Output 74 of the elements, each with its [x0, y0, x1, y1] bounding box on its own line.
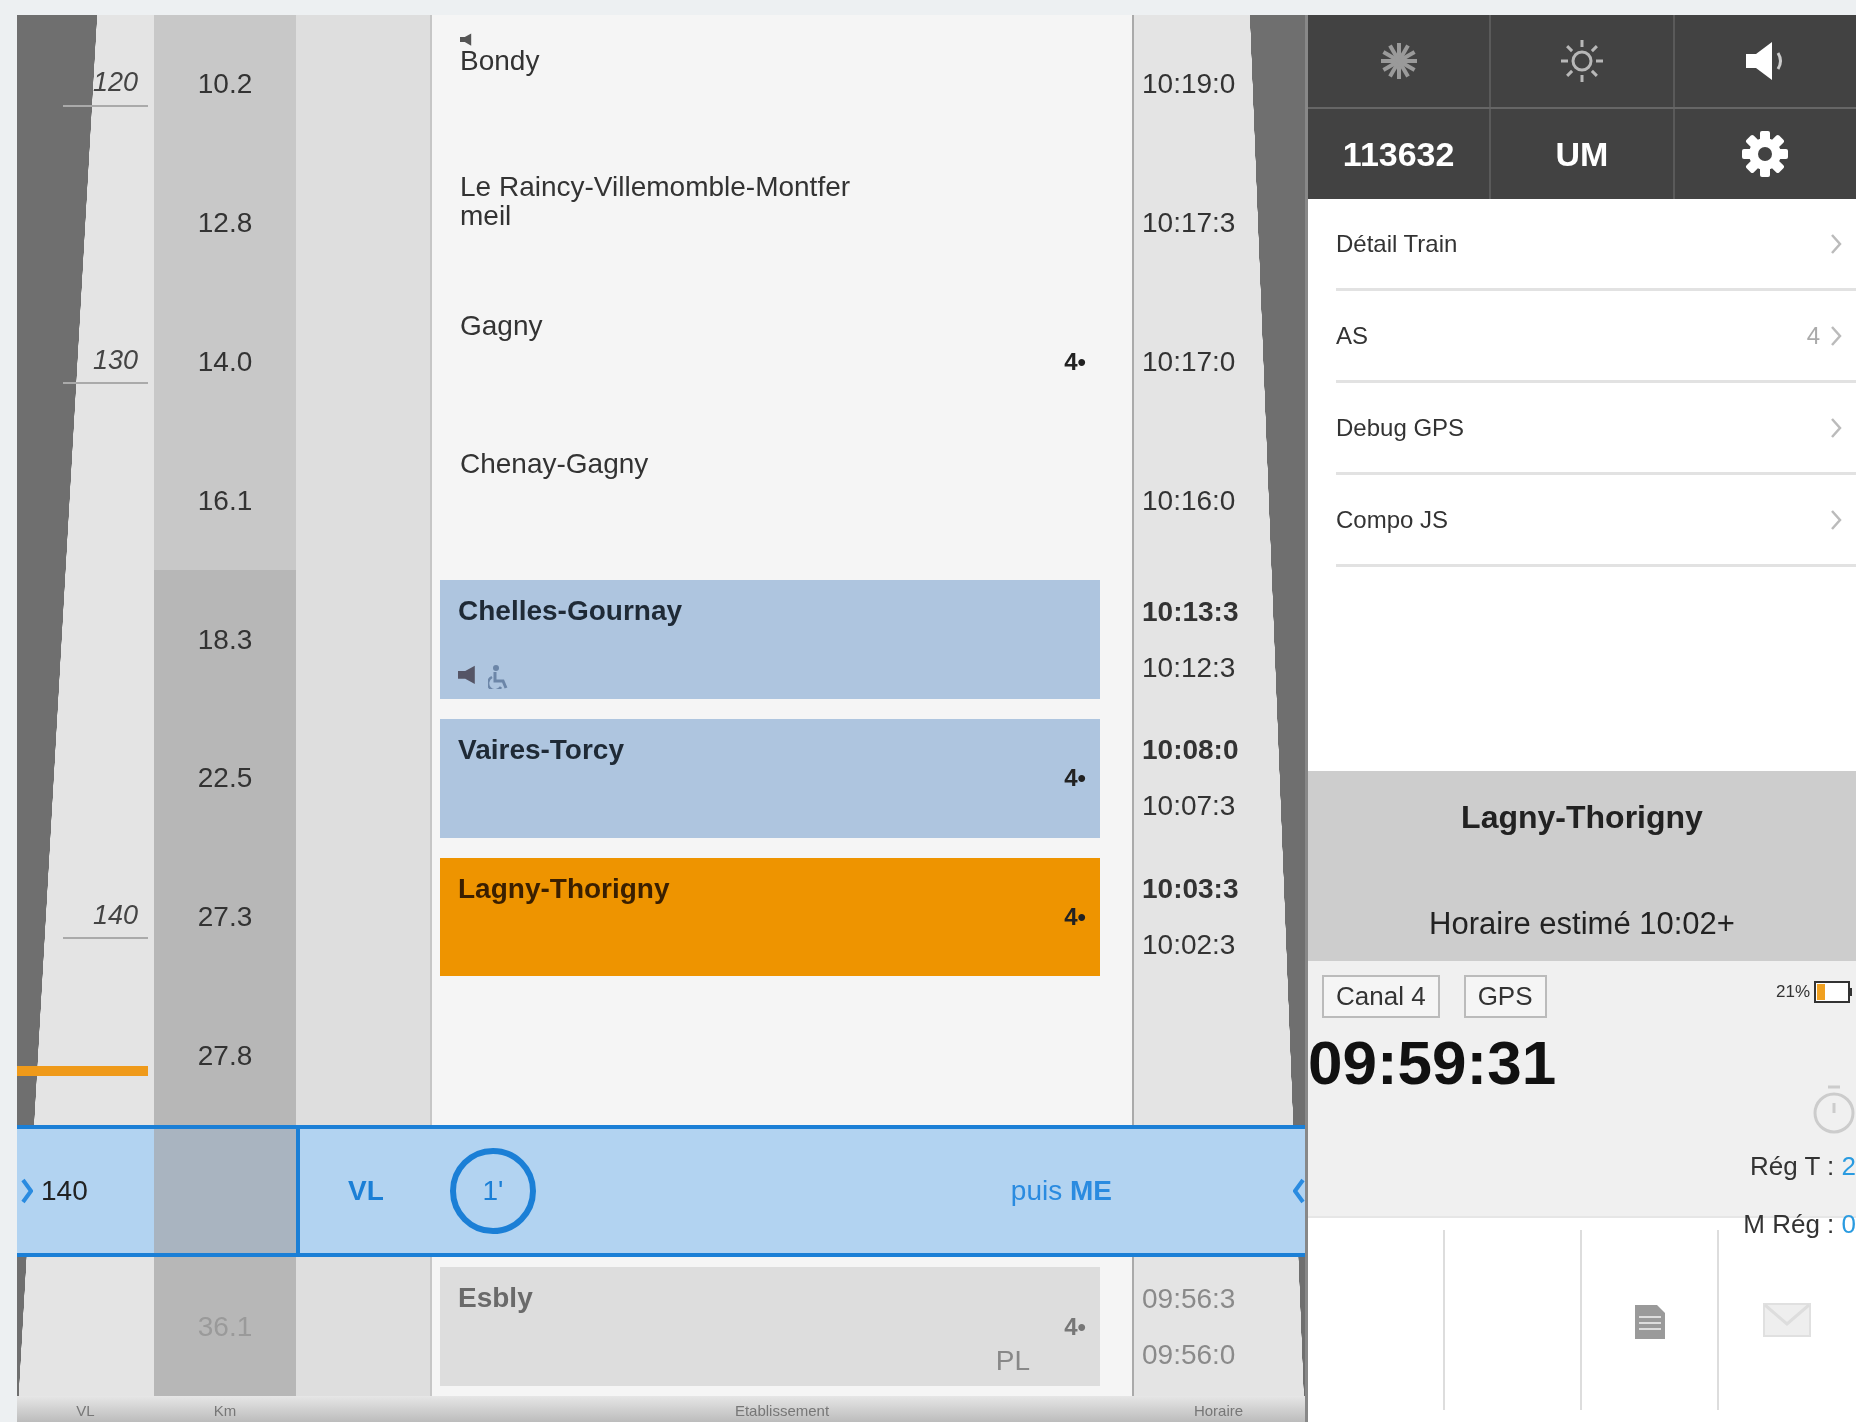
speed-mode: VL: [348, 1174, 384, 1209]
station-name: Gagny: [460, 309, 543, 341]
speed-limit: 120: [62, 62, 148, 107]
station-name: Vaires-Torcy: [458, 732, 626, 767]
sun-icon: [1558, 37, 1606, 85]
schedule-time: 10:12:3: [1142, 650, 1237, 685]
track-number: 4•: [1064, 1311, 1086, 1342]
speed-limit: 140: [41, 1174, 88, 1209]
menu-item[interactable]: Debug GPS: [1336, 383, 1856, 475]
schedule-time: 10:13:3: [1142, 594, 1240, 629]
item-count: 4: [1806, 320, 1820, 351]
battery-icon: [1814, 980, 1852, 1003]
schedule-time: 10:16:0: [1142, 483, 1237, 518]
regulation-reading: M Rég : 0: [1743, 1208, 1856, 1241]
next-mode-text: puis ME: [1010, 1174, 1112, 1209]
schedule-time: 10:17:0: [1142, 344, 1237, 379]
envelope-icon: [1762, 1300, 1813, 1340]
km-marker: 27.8: [197, 1038, 253, 1073]
menu-item[interactable]: Détail Train: [1336, 199, 1856, 291]
station-name: Chelles-Gournay: [458, 594, 684, 629]
chevron-right-icon: [1830, 416, 1842, 439]
station-card[interactable]: Chelles-Gournay: [440, 580, 1100, 699]
platform-code: PL: [995, 1344, 1030, 1379]
regulation-reading: Rég T : 2: [1750, 1150, 1856, 1183]
clock-time: 09:59:31: [1308, 1032, 1558, 1094]
minutes-indicator: 1': [450, 1148, 536, 1235]
station-card[interactable]: Vaires-Torcy 4•: [440, 718, 1100, 838]
station-name: Lagny-Thorigny: [458, 871, 671, 906]
speed-limit: 130: [62, 339, 148, 385]
schedule-time: 10:19:0: [1142, 67, 1237, 102]
km-marker: 27.3: [197, 900, 253, 935]
train-number: 113632: [1342, 133, 1455, 175]
station-name: Chenay-Gagny: [460, 448, 649, 480]
track-number: 4•: [1064, 349, 1086, 375]
km-marker: 14.0: [197, 344, 253, 379]
km-marker: 12.8: [197, 206, 253, 241]
schedule-time: 10:07:3: [1142, 789, 1237, 824]
station-name: Bondy: [460, 44, 540, 76]
column-header: Horaire: [1192, 1400, 1245, 1421]
stopwatch-icon: [1812, 1083, 1856, 1135]
column-header: Km: [212, 1400, 238, 1421]
chevron-right-icon: [21, 1178, 33, 1205]
km-marker: 10.2: [197, 67, 253, 102]
km-marker: 18.3: [197, 622, 253, 657]
settings-icon: [1740, 129, 1791, 179]
menu-item[interactable]: AS 4: [1336, 291, 1856, 383]
station-card[interactable]: Lagny-Thorigny 4•: [440, 857, 1100, 977]
chevron-right-icon: [1830, 508, 1842, 531]
column-header: Etablissement: [733, 1400, 831, 1421]
station-card[interactable]: Esbly 4• PL: [440, 1267, 1100, 1387]
track-number: 4•: [1064, 902, 1086, 933]
station-name: Le Raincy-Villemomble-Montfer meil: [460, 170, 851, 232]
schedule-time: 10:08:0: [1142, 733, 1240, 768]
schedule-time: 10:02:3: [1142, 928, 1237, 963]
battery-percent: 21%: [1775, 981, 1810, 1003]
next-stop-name: Lagny-Thorigny: [1461, 798, 1703, 837]
estimated-time: Horaire estimé 10:02+: [1429, 904, 1735, 943]
station-name: Esbly: [458, 1281, 534, 1316]
status-tag: Canal 4: [1322, 975, 1440, 1018]
km-marker: 16.1: [197, 483, 253, 518]
menu-item[interactable]: Compo JS: [1336, 475, 1856, 567]
schedule-time: 10:03:3: [1142, 872, 1240, 907]
schedule-time: 09:56:0: [1142, 1337, 1237, 1372]
schedule-time: 09:56:3: [1142, 1281, 1237, 1316]
unit-mode: UM: [1555, 133, 1609, 175]
schedule-time: 10:17:3: [1142, 206, 1237, 241]
track-number: 4•: [1064, 763, 1086, 794]
speed-limit: 140: [62, 894, 148, 940]
km-marker: 22.5: [197, 761, 253, 796]
chevron-left-icon: [1293, 1178, 1305, 1205]
chevron-right-icon: [1830, 232, 1842, 255]
column-header: VL: [75, 1400, 96, 1421]
chevron-right-icon: [1830, 324, 1842, 347]
status-tag: GPS: [1463, 975, 1547, 1018]
